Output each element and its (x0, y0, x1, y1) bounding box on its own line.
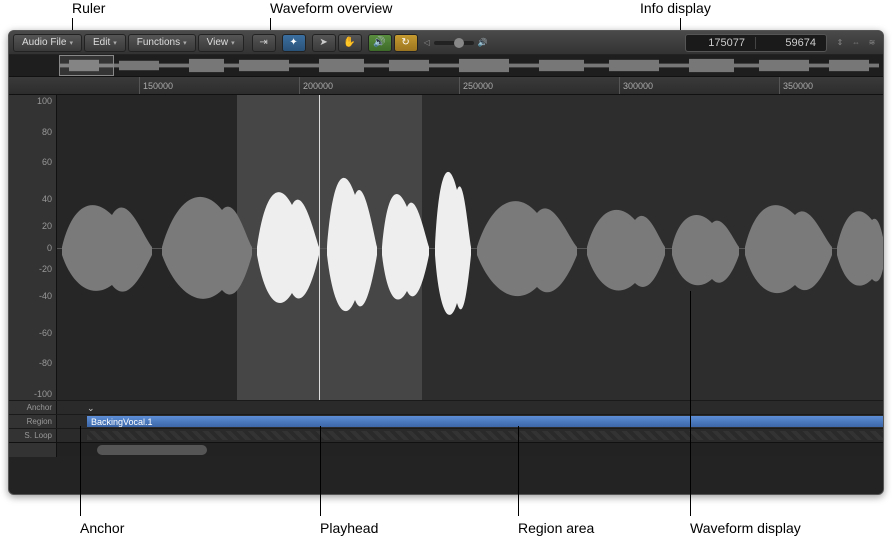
lane-sloop: S. Loop (9, 428, 883, 442)
overview-viewport[interactable] (59, 55, 114, 76)
overview-waveform (59, 57, 879, 74)
hand-tool-icon: ✋ (343, 37, 355, 48)
playhead[interactable] (319, 95, 320, 400)
amp-tick: 60 (42, 157, 52, 167)
waveform-canvas[interactable] (57, 95, 883, 400)
ruler-tick: 150000 (139, 77, 173, 94)
menu-label: View (207, 37, 229, 48)
callout-wavedisplay: Waveform display (690, 520, 801, 536)
anchor-marker[interactable]: ⌄ (87, 403, 95, 414)
amp-tick: 100 (37, 96, 52, 106)
menu-label: Audio File (22, 37, 66, 48)
volume-min-icon: ◁ (424, 38, 430, 47)
lane-anchor-label: Anchor (9, 401, 57, 414)
ruler-tick: 350000 (779, 77, 813, 94)
region-bar[interactable]: BackingVocal.1 (87, 416, 883, 427)
lane-anchor: Anchor ⌄ (9, 400, 883, 414)
callout-playhead: Playhead (320, 520, 378, 536)
amp-tick: -100 (34, 389, 52, 399)
amp-tick: -40 (39, 291, 52, 301)
amp-tick: 20 (42, 221, 52, 231)
region-area: Anchor ⌄ Region BackingVocal.1 S. Loop (9, 400, 883, 442)
volume-slider[interactable] (434, 41, 474, 45)
callout-ruler: Ruler (72, 0, 105, 16)
cycle-button[interactable]: ↻ (394, 34, 418, 52)
menu-view[interactable]: View▾ (198, 34, 244, 52)
horizontal-scrollbar[interactable] (9, 442, 883, 456)
dropdown-triangle-icon: ▾ (231, 39, 235, 47)
waveform-overview[interactable] (9, 55, 883, 77)
lane-sloop-label: S. Loop (9, 429, 57, 442)
cycle-icon: ↻ (401, 37, 409, 48)
catch-mode-icon: ⇥ (259, 37, 267, 48)
menu-functions[interactable]: Functions▾ (128, 34, 196, 52)
callout-info: Info display (640, 0, 711, 16)
info-position[interactable]: 175077 (686, 37, 756, 49)
vertical-zoom-icon[interactable]: ⇕ (833, 34, 847, 52)
scroll-thumb[interactable] (97, 445, 207, 455)
menu-label: Functions (137, 37, 180, 48)
ruler-tick: 250000 (459, 77, 493, 94)
menu-audio-file[interactable]: Audio File▾ (13, 34, 82, 52)
dropdown-triangle-icon: ▾ (113, 39, 117, 47)
editor-footer (9, 456, 883, 495)
speaker-icon: 🔊 (373, 37, 385, 48)
menu-label: Edit (93, 37, 110, 48)
waveform-graphic (57, 95, 883, 400)
lane-region-label: Region (9, 415, 57, 428)
ruler-tick: 300000 (619, 77, 653, 94)
catch-button[interactable]: ⇥ (252, 34, 276, 52)
amp-tick: -80 (39, 358, 52, 368)
callout-anchor: Anchor (80, 520, 124, 536)
amplitude-ruler: 100 80 60 40 20 0 -20 -40 -60 -80 -100 (9, 95, 57, 400)
pointer-tool-icon: ➤ (319, 37, 327, 48)
toolbar: Audio File▾ Edit▾ Functions▾ View▾ ⇥ ✦ ➤… (9, 31, 883, 55)
flex-button[interactable]: ✦ (282, 34, 306, 52)
sloop-stripe (87, 431, 883, 440)
hand-tool[interactable]: ✋ (338, 34, 362, 52)
callout-region: Region area (518, 520, 594, 536)
audio-file-editor: Audio File▾ Edit▾ Functions▾ View▾ ⇥ ✦ ➤… (8, 30, 884, 495)
flex-icon: ✦ (289, 37, 297, 48)
amp-tick: -20 (39, 264, 52, 274)
dropdown-triangle-icon: ▾ (183, 39, 187, 47)
lane-region: Region BackingVocal.1 (9, 414, 883, 428)
waveform-display[interactable]: 100 80 60 40 20 0 -20 -40 -60 -80 -100 (9, 95, 883, 400)
waveform-zoom-icon[interactable]: ≋ (865, 34, 879, 52)
volume-max-icon: 🔊 (478, 38, 488, 47)
menu-edit[interactable]: Edit▾ (84, 34, 126, 52)
horizontal-zoom-icon[interactable]: ⇔ (849, 34, 863, 52)
dropdown-triangle-icon: ▾ (69, 39, 73, 47)
amp-tick: 80 (42, 127, 52, 137)
amp-tick: -60 (39, 328, 52, 338)
callout-overview: Waveform overview (270, 0, 392, 16)
amp-tick: 40 (42, 194, 52, 204)
ruler-tick: 200000 (299, 77, 333, 94)
pointer-tool[interactable]: ➤ (312, 34, 336, 52)
preview-button[interactable]: 🔊 (368, 34, 392, 52)
info-length[interactable]: 59674 (756, 37, 826, 49)
time-ruler[interactable]: 150000 200000 250000 300000 350000 (9, 77, 883, 95)
info-display: 175077 59674 (685, 34, 827, 52)
amp-tick: 0 (47, 243, 52, 253)
